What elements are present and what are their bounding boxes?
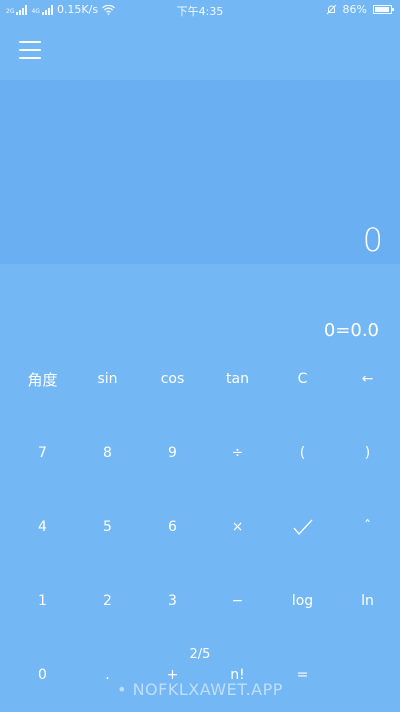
- digit-6-button[interactable]: 6: [140, 490, 205, 564]
- keypad-row: 角度 sin cos tan C ←: [10, 342, 400, 416]
- battery-percent: 86%: [342, 3, 367, 16]
- multiply-button[interactable]: ×: [205, 490, 270, 564]
- watermark: • NOFKLXAWET.APP: [117, 680, 283, 699]
- sqrt-button[interactable]: [270, 490, 335, 564]
- divide-button[interactable]: ÷: [205, 416, 270, 490]
- backspace-button[interactable]: ←: [335, 342, 400, 416]
- status-bar: 2G 4G 0.15K/s 下午4:35 86%: [0, 0, 400, 20]
- digit-3-button[interactable]: 3: [140, 564, 205, 638]
- cos-button[interactable]: cos: [140, 342, 205, 416]
- hamburger-menu-icon[interactable]: [19, 41, 41, 59]
- keypad-row: 4 5 6 × ˆ: [10, 490, 400, 564]
- battery-icon: [373, 5, 394, 14]
- log-button[interactable]: log: [270, 564, 335, 638]
- digit-8-button[interactable]: 8: [75, 416, 140, 490]
- alarm-off-icon: [326, 4, 336, 15]
- clear-button[interactable]: C: [270, 342, 335, 416]
- minus-button[interactable]: −: [205, 564, 270, 638]
- keypad-row: 1 2 3 − log ln: [10, 564, 400, 638]
- digit-9-button[interactable]: 9: [140, 416, 205, 490]
- tan-button[interactable]: tan: [205, 342, 270, 416]
- digit-2-button[interactable]: 2: [75, 564, 140, 638]
- display-value: 0: [362, 221, 383, 259]
- power-button[interactable]: ˆ: [335, 490, 400, 564]
- angle-mode-button[interactable]: 角度: [10, 342, 75, 416]
- sin-button[interactable]: sin: [75, 342, 140, 416]
- ln-button[interactable]: ln: [335, 564, 400, 638]
- keypad-row: 7 8 9 ÷ ( ): [10, 416, 400, 490]
- page-indicator: 2/5: [189, 647, 211, 662]
- digit-7-button[interactable]: 7: [10, 416, 75, 490]
- close-paren-button[interactable]: ): [335, 416, 400, 490]
- digit-4-button[interactable]: 4: [10, 490, 75, 564]
- open-paren-button[interactable]: (: [270, 416, 335, 490]
- display-panel: 0: [0, 80, 400, 264]
- check-root-icon: [293, 519, 312, 535]
- digit-5-button[interactable]: 5: [75, 490, 140, 564]
- result-line: 0=0.0: [323, 320, 379, 341]
- digit-1-button[interactable]: 1: [10, 564, 75, 638]
- status-right: 86%: [326, 3, 394, 16]
